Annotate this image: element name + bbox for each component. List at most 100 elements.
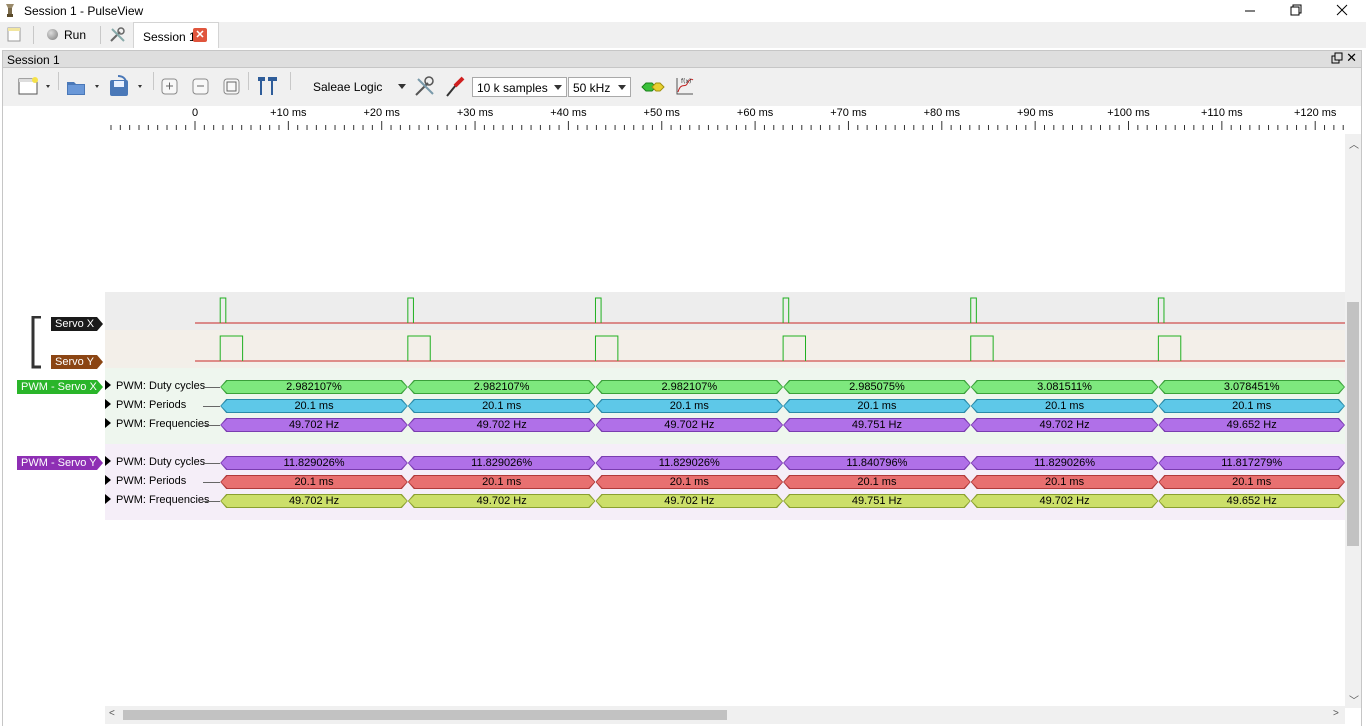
close-dock-icon[interactable]: ✕ <box>1346 51 1357 65</box>
decoder-annotation[interactable]: 11.829026% <box>407 456 596 470</box>
vertical-scrollbar[interactable]: ︿ ﹀ <box>1345 134 1361 708</box>
decoder-annotation[interactable]: 3.078451% <box>1158 380 1345 394</box>
expand-triangle-icon[interactable] <box>105 494 111 504</box>
decoder-annotation[interactable]: 20.1 ms <box>1158 399 1345 413</box>
decoder-annotation[interactable]: 20.1 ms <box>970 475 1159 489</box>
decoder-annotation[interactable]: 49.751 Hz <box>783 418 971 432</box>
decoder-annotation[interactable]: 11.840796% <box>783 456 971 470</box>
decoder-annotation[interactable]: 2.982107% <box>220 380 408 394</box>
decoder-annotation[interactable]: 49.702 Hz <box>595 418 784 432</box>
close-window-button[interactable] <box>1319 0 1365 22</box>
decoder-annotation[interactable]: 11.817279% <box>1158 456 1345 470</box>
decoder-annotation[interactable]: 20.1 ms <box>220 399 408 413</box>
decoder-row-connector <box>203 425 221 426</box>
channel-tag-servo-y[interactable]: Servo Y <box>51 355 103 369</box>
new-view-button[interactable] <box>17 74 53 100</box>
scroll-down-icon[interactable]: ﹀ <box>1349 692 1359 707</box>
zoom-in-button[interactable] <box>159 74 181 100</box>
vertical-scroll-thumb[interactable] <box>1347 302 1359 546</box>
horizontal-scroll-thumb[interactable] <box>123 710 727 720</box>
decoder-annotation[interactable]: 3.081511% <box>970 380 1159 394</box>
decoder-annotation[interactable]: 49.702 Hz <box>407 494 596 508</box>
window-title: Session 1 - PulseView <box>24 4 144 18</box>
samplerate-select[interactable]: 50 kHz <box>568 77 631 97</box>
decoder-annotation[interactable]: 20.1 ms <box>595 399 784 413</box>
expand-triangle-icon[interactable] <box>105 456 111 466</box>
decoder-row-label[interactable]: PWM: Frequencies <box>105 494 210 506</box>
decoder-annotation[interactable]: 11.829026% <box>595 456 784 470</box>
decoder-annotation[interactable]: 49.702 Hz <box>220 494 408 508</box>
decoder-annotation-value: 3.081511% <box>972 381 1158 393</box>
decoder-annotation-value: 20.1 ms <box>784 476 970 488</box>
cursors-icon <box>258 77 277 95</box>
settings-icon[interactable] <box>108 25 128 45</box>
svg-text:f(x): f(x) <box>681 78 691 85</box>
decoder-annotation[interactable]: 49.702 Hz <box>407 418 596 432</box>
decoder-row-label[interactable]: PWM: Duty cycles <box>105 380 205 392</box>
decoder-tag-pwm-servo-x[interactable]: PWM - Servo X <box>17 380 103 394</box>
decoder-annotation[interactable]: 20.1 ms <box>783 399 971 413</box>
decoder-annotation[interactable]: 20.1 ms <box>595 475 784 489</box>
decoder-annotation[interactable]: 49.702 Hz <box>970 418 1159 432</box>
float-dock-icon[interactable] <box>1331 52 1343 64</box>
decoder-annotation[interactable]: 11.829026% <box>220 456 408 470</box>
toolbar-separator <box>58 72 59 90</box>
decoder-annotation[interactable]: 20.1 ms <box>220 475 408 489</box>
signal-pulse <box>407 335 431 361</box>
restore-button[interactable] <box>1273 0 1319 22</box>
decoder-annotation[interactable]: 20.1 ms <box>970 399 1159 413</box>
decoder-annotation-value: 3.078451% <box>1159 381 1344 393</box>
decoder-annotation-value: 11.829026% <box>596 457 782 469</box>
decoder-annotation[interactable]: 20.1 ms <box>407 399 596 413</box>
zoom-fit-button[interactable] <box>221 74 243 100</box>
expand-triangle-icon[interactable] <box>105 418 111 428</box>
decoder-annotation[interactable]: 49.702 Hz <box>595 494 784 508</box>
sample-count-select[interactable]: 10 k samples <box>472 77 567 97</box>
scroll-up-icon[interactable]: ︿ <box>1349 136 1359 151</box>
cursors-button[interactable] <box>255 74 281 100</box>
expand-triangle-icon[interactable] <box>105 380 111 390</box>
decoder-row-label[interactable]: PWM: Duty cycles <box>105 456 205 468</box>
decoder-row-label[interactable]: PWM: Periods <box>105 475 186 487</box>
decoder-row-label[interactable]: PWM: Frequencies <box>105 418 210 430</box>
minimize-button[interactable] <box>1227 0 1273 22</box>
decoder-annotation[interactable]: 2.985075% <box>783 380 971 394</box>
decoder-annotation[interactable]: 2.982107% <box>595 380 784 394</box>
device-settings-button[interactable] <box>413 74 437 100</box>
new-session-icon[interactable] <box>7 27 21 42</box>
expand-triangle-icon[interactable] <box>105 399 111 409</box>
channel-tag-servo-x[interactable]: Servo X <box>51 317 103 331</box>
expand-triangle-icon[interactable] <box>105 475 111 485</box>
decoder-annotation[interactable]: 49.751 Hz <box>783 494 971 508</box>
save-file-button[interactable] <box>108 74 146 100</box>
decoder-annotation-value: 20.1 ms <box>1159 400 1344 412</box>
device-dropdown-icon[interactable] <box>398 84 406 90</box>
waveform-view[interactable]: 0 +10 ms +20 ms +30 ms +40 ms +50 ms +60 ms +70… <box>105 106 1345 706</box>
horizontal-scrollbar[interactable]: < > <box>105 706 1345 724</box>
run-button[interactable]: Run <box>42 25 88 45</box>
close-tab-icon[interactable]: ✕ <box>193 28 207 42</box>
decoder-row-label-text: PWM: Periods <box>116 475 187 487</box>
decoder-annotation[interactable]: 20.1 ms <box>783 475 971 489</box>
probe-button[interactable] <box>443 74 467 100</box>
add-decoder-button[interactable] <box>640 74 666 100</box>
decoder-tag-pwm-servo-y[interactable]: PWM - Servo Y <box>17 456 103 470</box>
tab-session-1[interactable]: Session 1 ✕ <box>133 22 219 48</box>
decoder-annotation[interactable]: 20.1 ms <box>1158 475 1345 489</box>
decoder-annotation[interactable]: 49.702 Hz <box>970 494 1159 508</box>
minimize-icon <box>1245 10 1255 12</box>
zoom-out-button[interactable] <box>190 74 212 100</box>
decoder-annotation[interactable]: 11.829026% <box>970 456 1159 470</box>
decoder-annotation[interactable]: 49.702 Hz <box>220 418 408 432</box>
math-channel-button[interactable]: f(x) <box>673 74 697 100</box>
open-file-button[interactable] <box>65 74 103 100</box>
scroll-left-icon[interactable]: < <box>109 708 115 719</box>
device-selector[interactable]: Saleae Logic <box>313 80 382 94</box>
scroll-right-icon[interactable]: > <box>1333 708 1339 719</box>
decoder-annotation-value: 49.652 Hz <box>1159 495 1344 507</box>
decoder-annotation[interactable]: 49.652 Hz <box>1158 418 1345 432</box>
decoder-row-label[interactable]: PWM: Periods <box>105 399 186 411</box>
decoder-annotation[interactable]: 2.982107% <box>407 380 596 394</box>
decoder-annotation[interactable]: 49.652 Hz <box>1158 494 1345 508</box>
decoder-annotation[interactable]: 20.1 ms <box>407 475 596 489</box>
